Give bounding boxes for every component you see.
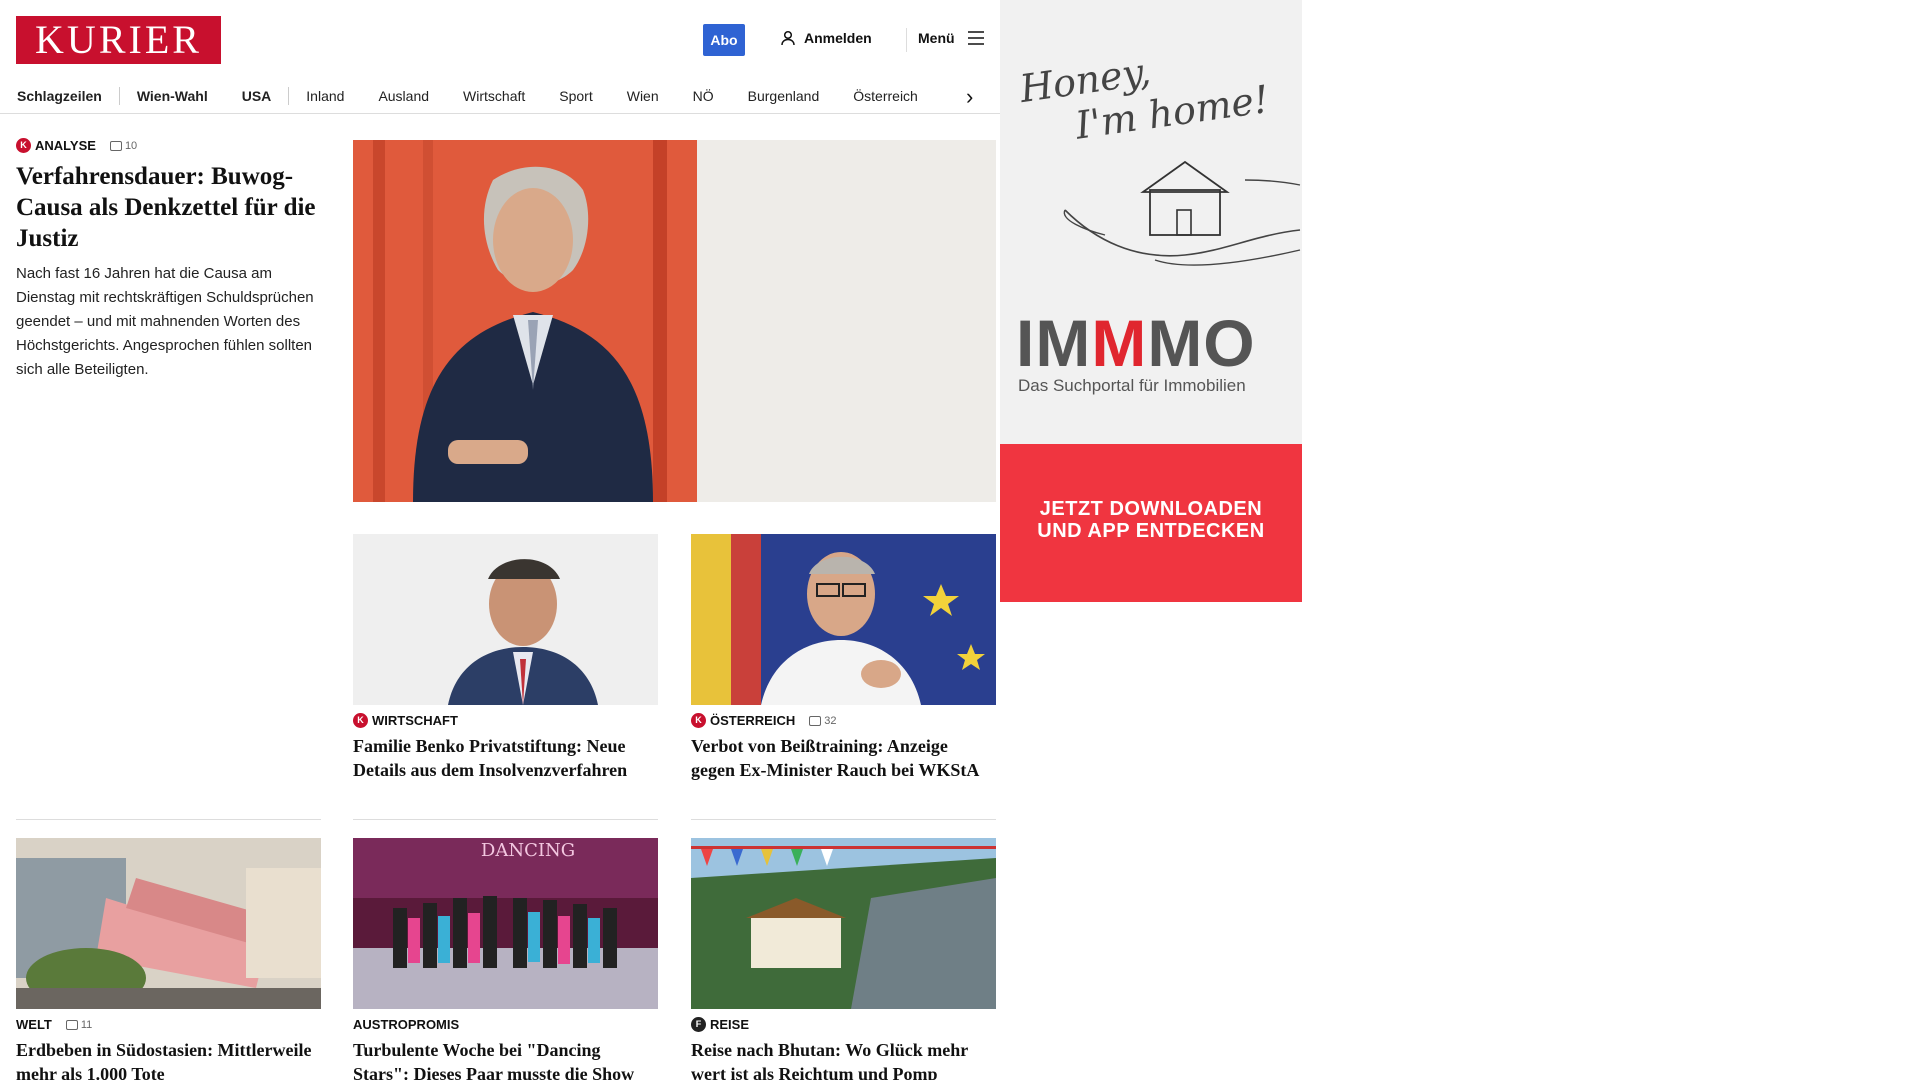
login-button[interactable]: Anmelden xyxy=(780,30,872,46)
cta-line: JETZT DOWNLOADEN xyxy=(1039,498,1263,520)
article-image-rauch[interactable] xyxy=(691,534,996,705)
immmo-logo: IMMMO xyxy=(1016,310,1256,376)
lead-image[interactable] xyxy=(353,140,996,502)
comment-count[interactable]: 10 xyxy=(109,139,138,152)
logo-part: IM xyxy=(1016,306,1092,380)
lead-article[interactable]: K ANALYSE 10 Verfahrensdauer: Buwog-Caus… xyxy=(16,138,316,382)
nav-item-inland[interactable]: Inland xyxy=(306,88,344,104)
article-headline[interactable]: Erdbeben in Südostasien: Mittlerweile me… xyxy=(16,1038,318,1080)
kicker-label: WELT xyxy=(16,1017,52,1032)
lead-teaser: Nach fast 16 Jahren hat die Causa am Die… xyxy=(16,265,314,378)
nav-item-burgenland[interactable]: Burgenland xyxy=(748,88,820,104)
hamburger-icon xyxy=(967,31,984,45)
comment-icon xyxy=(109,140,122,151)
nav-item-noe[interactable]: NÖ xyxy=(693,88,714,104)
article-card[interactable]: K ÖSTERREICH 32 Verbot von Beißtraining:… xyxy=(691,713,993,782)
logo-part: M xyxy=(1091,306,1148,380)
section-nav: Schlagzeilen Wien-Wahl USA Inland Auslan… xyxy=(0,78,1000,114)
abo-button[interactable]: Abo xyxy=(703,24,745,56)
lead-headline[interactable]: Verfahrensdauer: Buwog-Causa als Denkzet… xyxy=(16,161,316,254)
nav-item-oesterreich[interactable]: Österreich xyxy=(853,88,918,104)
nav-item-wien[interactable]: Wien xyxy=(627,88,659,104)
kicker-label: ANALYSE xyxy=(35,138,96,153)
comment-count[interactable]: 11 xyxy=(65,1018,93,1031)
row-divider xyxy=(691,819,996,820)
article-card[interactable]: f REISE Reise nach Bhutan: Wo Glück mehr… xyxy=(691,1017,993,1080)
nav-item-usa[interactable]: USA xyxy=(242,88,272,104)
article-headline[interactable]: Reise nach Bhutan: Wo Glück mehr wert is… xyxy=(691,1038,993,1080)
article-image-benko[interactable] xyxy=(353,534,658,705)
logo-part: MO xyxy=(1147,306,1256,380)
hand-house-icon xyxy=(1063,160,1301,266)
nav-item-ausland[interactable]: Ausland xyxy=(378,88,429,104)
article-headline[interactable]: Familie Benko Privatstiftung: Neue Detai… xyxy=(353,734,655,782)
kurier-logo[interactable]: KURIER xyxy=(16,16,221,64)
article-kicker: AUSTROPROMIS xyxy=(353,1017,655,1032)
kicker-label: WIRTSCHAFT xyxy=(372,713,458,728)
kurier-plus-icon: K xyxy=(691,713,706,728)
article-headline[interactable]: Turbulente Woche bei "Dancing Stars": Di… xyxy=(353,1038,655,1080)
freizeit-icon: f xyxy=(691,1017,706,1032)
lead-kicker: K ANALYSE 10 xyxy=(16,138,316,153)
kurier-plus-icon: K xyxy=(16,138,31,153)
nav-item-schlagzeilen[interactable]: Schlagzeilen xyxy=(17,88,102,104)
header-divider xyxy=(906,28,907,52)
article-kicker: K ÖSTERREICH 32 xyxy=(691,713,993,728)
kicker-label: REISE xyxy=(710,1017,750,1032)
page: KURIER Abo Anmelden Menü Schlagzeilen Wi… xyxy=(0,0,1920,1080)
user-icon xyxy=(781,30,795,46)
article-kicker: WELT 11 xyxy=(16,1017,318,1032)
article-card[interactable]: K WIRTSCHAFT Familie Benko Privatstiftun… xyxy=(353,713,655,782)
kicker-label: AUSTROPROMIS xyxy=(353,1017,460,1032)
ad-tagline: Das Suchportal für Immobilien xyxy=(1018,376,1246,395)
menu-label: Menü xyxy=(918,30,955,46)
kurier-plus-icon: K xyxy=(353,713,368,728)
kicker-label: ÖSTERREICH xyxy=(710,713,796,728)
nav-item-sport[interactable]: Sport xyxy=(559,88,592,104)
nav-item-wirtschaft[interactable]: Wirtschaft xyxy=(463,88,525,104)
comment-icon xyxy=(809,715,822,726)
article-card[interactable]: WELT 11 Erdbeben in Südostasien: Mittler… xyxy=(16,1017,318,1080)
comment-number: 11 xyxy=(80,1018,93,1031)
article-headline[interactable]: Verbot von Beißtraining: Anzeige gegen E… xyxy=(691,734,993,782)
dancing-stars-logo: DANCING xyxy=(481,840,575,861)
nav-divider xyxy=(288,86,290,105)
nav-item-wien-wahl[interactable]: Wien-Wahl xyxy=(137,88,208,104)
login-label: Anmelden xyxy=(804,30,872,46)
article-image-earthquake[interactable] xyxy=(16,838,321,1009)
article-card[interactable]: AUSTROPROMIS Turbulente Woche bei "Danci… xyxy=(353,1017,655,1080)
comment-count[interactable]: 32 xyxy=(809,715,836,727)
article-image-dancing-stars[interactable]: DANCING xyxy=(353,838,658,1009)
article-kicker: f REISE xyxy=(691,1017,993,1032)
row-divider xyxy=(16,819,321,820)
row-divider xyxy=(353,819,658,820)
cta-line: UND APP ENTDECKEN xyxy=(1037,520,1265,542)
immmo-advertisement[interactable]: Honey, I'm home! IMMMO Das Suchportal fü… xyxy=(1000,0,1302,602)
article-kicker: K WIRTSCHAFT xyxy=(353,713,655,728)
comment-icon xyxy=(65,1019,78,1030)
article-image-bhutan[interactable] xyxy=(691,838,996,1009)
ad-cta-button[interactable]: JETZT DOWNLOADEN UND APP ENTDECKEN xyxy=(1000,444,1302,602)
ad-script-text: Honey, I'm home! xyxy=(1017,33,1272,154)
menu-button[interactable]: Menü xyxy=(918,30,985,46)
comment-number: 32 xyxy=(824,714,837,727)
comment-number: 10 xyxy=(124,139,138,152)
chevron-right-icon[interactable]: › xyxy=(966,84,973,110)
nav-divider xyxy=(118,86,120,105)
